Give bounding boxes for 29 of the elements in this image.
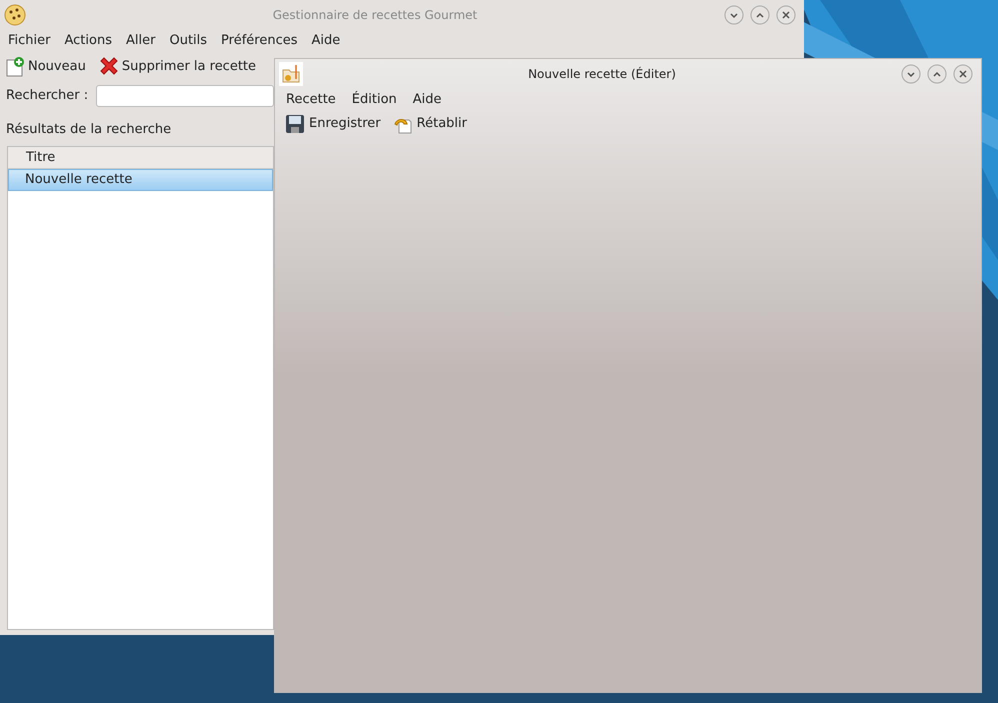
table-row[interactable]: Nouvelle recette (8, 169, 273, 191)
delete-button[interactable]: Supprimer la recette (98, 56, 256, 78)
save-button[interactable]: Enregistrer (285, 114, 381, 134)
recipe-card-icon (279, 62, 303, 86)
window-title: Gestionnaire de recettes Gourmet (272, 7, 478, 24)
menu-item[interactable]: Édition (352, 90, 397, 110)
results-label: Résultats de la recherche (6, 121, 172, 139)
cookie-icon (4, 4, 26, 26)
menu-item[interactable]: Outils (169, 31, 208, 51)
revert-button[interactable]: Rétablir (392, 114, 467, 134)
menu-item[interactable]: Aide (312, 31, 340, 51)
menu-item[interactable]: Aide (412, 90, 442, 110)
chevron-up-icon[interactable] (750, 5, 770, 25)
column-header[interactable]: Titre (26, 148, 56, 168)
new-document-icon (4, 56, 26, 78)
chevron-up-icon[interactable] (927, 64, 947, 84)
menu-item[interactable]: Recette (286, 90, 336, 110)
search-label: Rechercher : (6, 87, 88, 106)
window-title: Nouvelle recette (Éditer) (527, 66, 677, 83)
menu-item[interactable]: Préférences (221, 31, 298, 51)
menu-item[interactable]: Aller (126, 31, 156, 51)
menu-item[interactable]: Actions (64, 31, 112, 51)
new-button[interactable]: Nouveau (4, 56, 86, 78)
menu-item[interactable]: Fichier (8, 31, 50, 51)
close-icon[interactable] (953, 64, 973, 84)
close-icon[interactable] (776, 5, 796, 25)
chevron-down-icon[interactable] (724, 5, 744, 25)
chevron-down-icon[interactable] (901, 64, 921, 84)
search-field[interactable] (96, 85, 274, 107)
